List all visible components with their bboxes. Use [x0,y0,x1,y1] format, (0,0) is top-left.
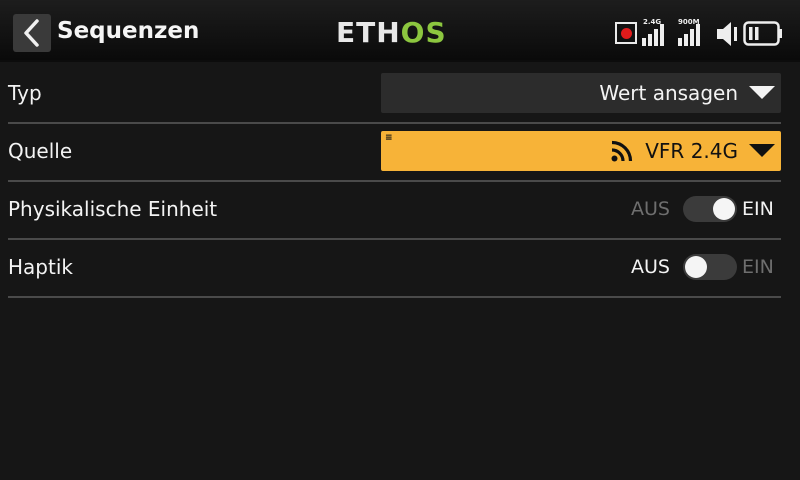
chevron-left-icon [24,19,39,47]
physikalische-einheit-label: Physikalische Einheit [8,197,218,221]
top-bar: Sequenzen ETHOS 2.4G 900M [0,0,800,62]
toggle-knob [713,198,735,220]
toggle-switch[interactable] [683,196,737,222]
toggle-knob [685,256,707,278]
quelle-dropdown[interactable]: ≡ VFR 2.4G [381,131,781,171]
signal-900m-icon: 900M [677,18,707,46]
typ-value: Wert ansagen [599,81,738,105]
typ-label: Typ [8,81,42,105]
setting-row-physikalische-einheit: Physikalische Einheit AUS EIN [8,188,781,240]
ethos-logo: ETHOS [336,16,447,49]
haptik-toggle[interactable]: AUS EIN [631,246,781,288]
back-button[interactable] [13,14,51,52]
logo-text-eth: ETH [336,16,401,49]
quelle-label: Quelle [8,139,73,163]
setting-row-haptik: Haptik AUS EIN [8,246,781,298]
menu-lines-icon: ≡ [385,133,393,143]
telemetry-signal-icon [611,140,633,162]
dropdown-arrow-icon [749,86,775,99]
signal-2-4g-icon: 2.4G [641,18,669,46]
battery-icon [743,21,782,46]
toggle-on-label: EIN [742,256,774,278]
toggle-off-label: AUS [631,256,670,278]
physikalische-einheit-toggle[interactable]: AUS EIN [631,188,781,230]
page-title: Sequenzen [57,18,200,44]
volume-icon [717,22,737,46]
toggle-on-label: EIN [742,198,774,220]
quelle-value: VFR 2.4G [645,139,738,163]
typ-dropdown[interactable]: Wert ansagen [381,73,781,113]
logo-text-os: OS [400,16,447,49]
haptik-label: Haptik [8,255,73,279]
toggle-switch[interactable] [683,254,737,280]
dropdown-arrow-icon [749,144,775,157]
setting-row-quelle: Quelle ≡ VFR 2.4G [8,130,781,182]
toggle-off-label: AUS [631,198,670,220]
setting-row-typ: Typ Wert ansagen [8,72,781,124]
record-icon [615,22,637,44]
